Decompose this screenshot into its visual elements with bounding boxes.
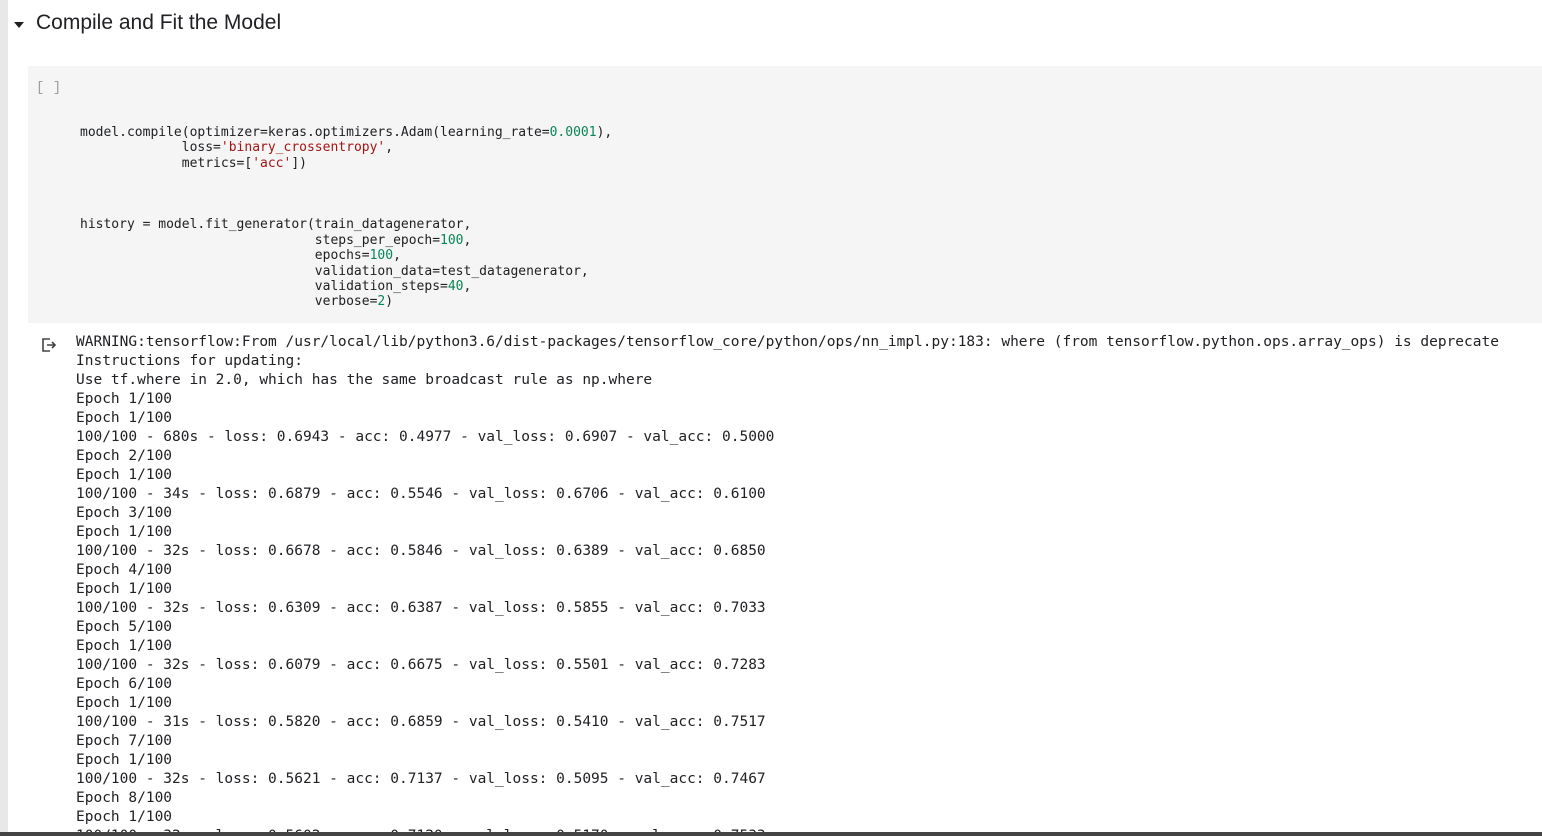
- output-line: Epoch 8/100: [76, 790, 173, 806]
- output-line: Epoch 7/100: [76, 733, 173, 749]
- code-number: 40: [447, 279, 464, 295]
- code-text: verbose=: [80, 294, 378, 310]
- code-text: ,: [393, 248, 401, 264]
- run-cell-button[interactable]: [ ]: [36, 80, 61, 96]
- code-cell[interactable]: [ ] model.compile(optimizer=keras.optimi…: [28, 66, 1542, 323]
- output-line: Epoch 1/100: [76, 638, 173, 654]
- code-text: metrics=[: [80, 155, 253, 171]
- section-title: Compile and Fit the Model: [36, 11, 282, 34]
- code-editor[interactable]: model.compile(optimizer=keras.optimizers…: [80, 125, 612, 310]
- output-line: Epoch 1/100: [76, 752, 173, 768]
- cell-output: WARNING:tensorflow:From /usr/local/lib/p…: [28, 330, 1542, 832]
- code-text: ): [385, 294, 394, 310]
- output-line: WARNING:tensorflow:From /usr/local/lib/p…: [76, 334, 1499, 350]
- output-line: Instructions for updating:: [76, 353, 303, 369]
- output-line: 100/100 - 32s - loss: 0.6678 - acc: 0.58…: [76, 543, 766, 559]
- output-redirect-icon[interactable]: [40, 336, 58, 359]
- code-text: ,: [385, 140, 394, 156]
- code-number: 100: [369, 248, 394, 264]
- output-text: WARNING:tensorflow:From /usr/local/lib/p…: [76, 333, 1542, 832]
- output-line: 100/100 - 32s - loss: 0.5621 - acc: 0.71…: [76, 771, 766, 787]
- caret-down-icon[interactable]: [12, 17, 26, 35]
- output-line: Epoch 1/100: [76, 391, 173, 407]
- section-header: Compile and Fit the Model: [8, 0, 1542, 50]
- output-line: 100/100 - 32s - loss: 0.6079 - acc: 0.66…: [76, 657, 766, 673]
- code-text: validation_steps=: [80, 279, 448, 295]
- output-line: Epoch 5/100: [76, 619, 173, 635]
- output-line: 100/100 - 32s - loss: 0.6309 - acc: 0.63…: [76, 600, 766, 616]
- code-text: loss=: [80, 140, 221, 156]
- output-line: 100/100 - 34s - loss: 0.6879 - acc: 0.55…: [76, 486, 766, 502]
- output-line: Epoch 1/100: [76, 467, 173, 483]
- output-line: Use tf.where in 2.0, which has the same …: [76, 372, 653, 388]
- output-line: Epoch 1/100: [76, 695, 173, 711]
- code-text: ),: [596, 125, 613, 140]
- output-line: Epoch 1/100: [76, 410, 173, 426]
- output-line: Epoch 1/100: [76, 524, 173, 540]
- code-text: ,: [463, 279, 472, 295]
- output-line: Epoch 3/100: [76, 505, 173, 521]
- output-line: Epoch 6/100: [76, 676, 173, 692]
- code-text: validation_data=test_datagenerator,: [80, 263, 589, 279]
- bottom-divider: [0, 832, 1542, 836]
- left-gutter: [0, 0, 8, 836]
- output-line: 100/100 - 680s - loss: 0.6943 - acc: 0.4…: [76, 429, 775, 445]
- output-line: Epoch 1/100: [76, 581, 173, 597]
- output-line: Epoch 1/100: [76, 809, 173, 825]
- output-line: 100/100 - 31s - loss: 0.5820 - acc: 0.68…: [76, 714, 766, 730]
- code-text: model.compile(optimizer=keras.optimizers…: [80, 125, 550, 140]
- output-line: Epoch 4/100: [76, 562, 173, 578]
- code-number: 0.0001: [549, 125, 597, 140]
- code-string: 'acc': [252, 155, 292, 171]
- code-text: history = model.fit_generator(train_data…: [80, 217, 472, 233]
- code-text: ]): [291, 155, 307, 171]
- code-text: ,: [463, 232, 472, 248]
- output-line: Epoch 2/100: [76, 448, 173, 464]
- code-number: 100: [440, 232, 464, 248]
- code-text: epochs=: [80, 248, 370, 264]
- code-text: steps_per_epoch=: [80, 232, 441, 248]
- code-string: 'binary_crossentropy': [220, 140, 386, 156]
